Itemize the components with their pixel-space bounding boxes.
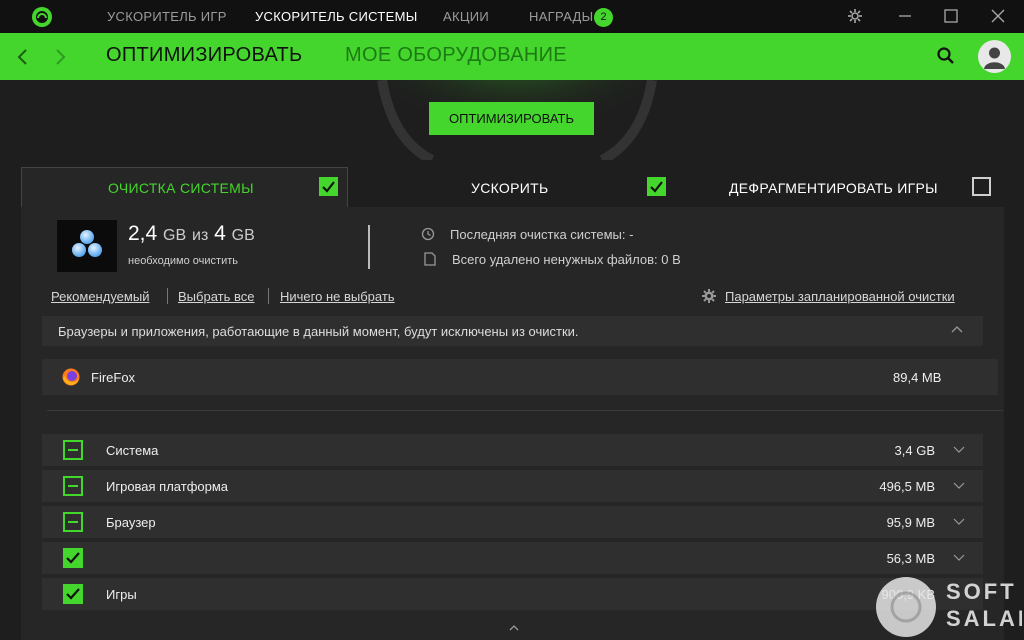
back-arrow-icon[interactable] <box>16 47 30 67</box>
deleted-files-text: Всего удалено ненужных файлов: 0 B <box>452 252 681 267</box>
tab-game-booster[interactable]: УСКОРИТЕЛЬ ИГР <box>107 9 227 24</box>
category-size: 95,9 MB <box>886 515 935 530</box>
last-cleanup-text: Последняя очистка системы: - <box>450 227 634 242</box>
chevron-down-icon[interactable] <box>953 482 965 490</box>
category-checkbox[interactable] <box>63 440 83 460</box>
scroll-up-icon[interactable] <box>509 624 519 631</box>
avatar[interactable] <box>978 40 1011 73</box>
cleanable-caption: необходимо очистить <box>128 255 238 267</box>
optimize-button[interactable]: ОПТИМИЗИРОВАТЬ <box>429 102 594 135</box>
minimize-icon[interactable] <box>896 7 914 25</box>
svg-text:SALAD: SALAD <box>946 606 1022 631</box>
tab-rewards[interactable]: НАГРАДЫ <box>529 9 593 24</box>
select-all-link[interactable]: Выбрать все <box>178 289 254 304</box>
user-icon <box>984 47 1005 69</box>
defrag-checkbox[interactable] <box>972 177 991 196</box>
category-checkbox[interactable] <box>63 548 83 568</box>
file-icon <box>424 252 436 266</box>
link-separator <box>268 288 269 304</box>
app-logo-icon[interactable] <box>31 6 53 28</box>
forward-arrow-icon[interactable] <box>53 47 67 67</box>
category-name: Игры <box>106 587 137 602</box>
category-size: 496,5 MB <box>879 479 935 494</box>
section-label-boost[interactable]: УСКОРИТЬ <box>471 180 548 196</box>
cleanable-size: 2,4 GB из 4 GB <box>128 222 255 245</box>
chevron-up-icon[interactable] <box>950 324 964 334</box>
tab-system-booster[interactable]: УСКОРИТЕЛЬ СИСТЕМЫ <box>255 9 418 24</box>
category-checkbox[interactable] <box>63 512 83 532</box>
firefox-icon <box>62 368 80 386</box>
category-size: 56,3 MB <box>886 551 935 566</box>
category-name: Система <box>106 443 159 458</box>
section-label-defrag[interactable]: ДЕФРАГМЕНТИРОВАТЬ ИГРЫ <box>729 180 938 196</box>
chevron-down-icon[interactable] <box>953 518 965 526</box>
cleanup-panel <box>21 207 1004 640</box>
tab-optimize[interactable]: ОПТИМИЗИРОВАТЬ <box>106 44 302 67</box>
svg-text:SOFT: SOFT <box>946 579 1017 604</box>
rewards-count-badge: 2 <box>594 8 613 27</box>
select-none-link[interactable]: Ничего не выбрать <box>280 289 395 304</box>
category-name: Браузер <box>106 515 156 530</box>
tab-my-hardware[interactable]: МОЕ ОБОРУДОВАНИЕ <box>345 44 567 67</box>
scheduled-cleanup-link[interactable]: Параметры запланированной очистки <box>725 289 955 304</box>
list-divider <box>47 410 1003 411</box>
notice-text: Браузеры и приложения, работающие в данн… <box>58 324 579 339</box>
running-app-name: FireFox <box>91 370 136 385</box>
boost-checkbox[interactable] <box>647 177 666 196</box>
search-icon[interactable] <box>936 46 956 66</box>
recommended-link[interactable]: Рекомендуемый <box>51 289 149 304</box>
gear-icon[interactable] <box>701 288 717 304</box>
category-checkbox[interactable] <box>63 476 83 496</box>
divider <box>368 225 370 269</box>
category-size: 3,4 GB <box>894 443 935 458</box>
category-name: Игровая платформа <box>106 479 229 494</box>
chevron-down-icon[interactable] <box>953 554 965 562</box>
running-app-row <box>42 359 998 395</box>
chevron-down-icon[interactable] <box>953 446 965 454</box>
close-icon[interactable] <box>989 7 1007 25</box>
section-label-cleanup[interactable]: ОЧИСТКА СИСТЕМЫ <box>108 180 254 196</box>
softsalad-watermark: SOFT SALAD <box>876 577 1022 637</box>
cleanup-bubbles-icon <box>57 220 117 272</box>
maximize-icon[interactable] <box>942 7 960 25</box>
running-app-size: 89,4 MB <box>893 370 942 385</box>
settings-icon[interactable] <box>846 7 864 25</box>
category-checkbox[interactable] <box>63 584 83 604</box>
tab-deals[interactable]: АКЦИИ <box>443 9 489 24</box>
history-icon <box>421 227 435 241</box>
link-separator <box>167 288 168 304</box>
cleanup-checkbox[interactable] <box>319 177 338 196</box>
